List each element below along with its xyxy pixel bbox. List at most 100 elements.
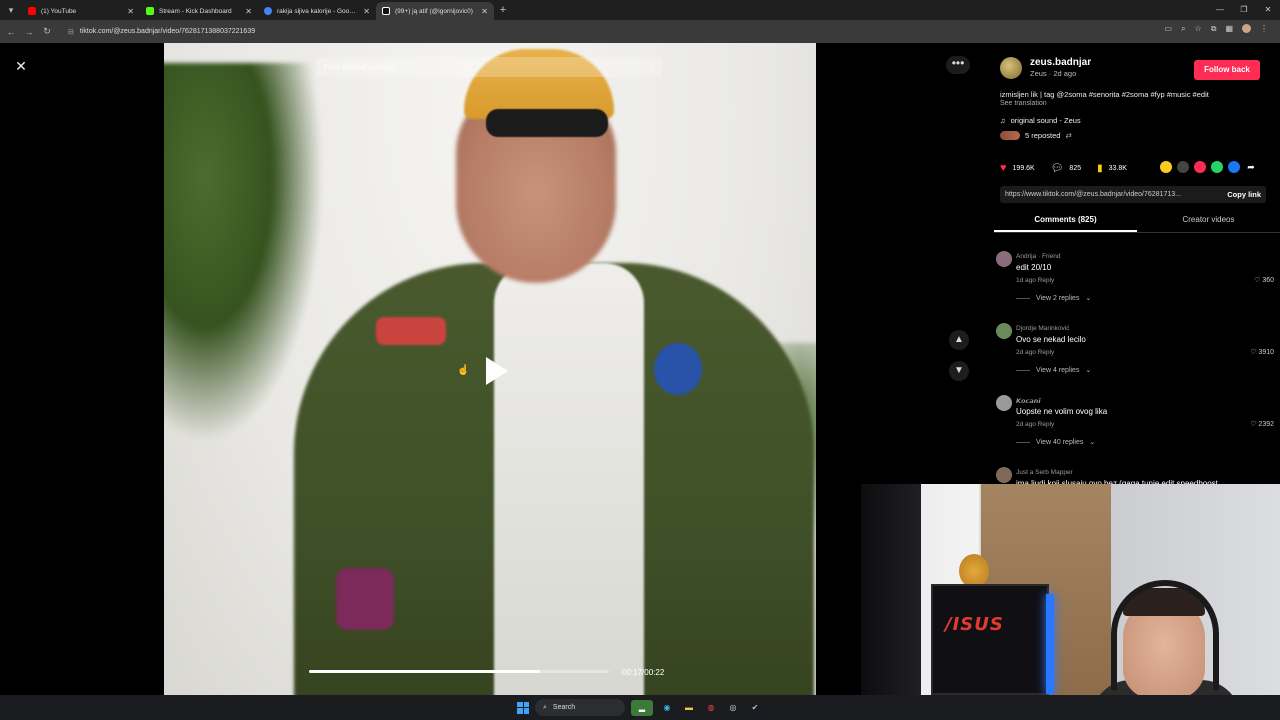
profile-avatar-icon[interactable] [1242, 24, 1251, 33]
tab-google-search[interactable]: rakija sljiva kalorije - Google Se ✕ [258, 2, 376, 20]
comment-meta[interactable]: 2d ago Reply [1016, 421, 1054, 428]
sound-row[interactable]: ♫ original sound - Zeus [1000, 116, 1081, 125]
tab-close-icon[interactable]: ✕ [245, 7, 252, 16]
tab-close-icon[interactable]: ✕ [127, 7, 134, 16]
browser-toolbar: ▭ ⌕ ☆ ⧉ ▦ ⋮ [1165, 24, 1268, 34]
close-icon[interactable]: ✕ [10, 55, 32, 77]
share-arrow-icon[interactable]: ➦ [1245, 161, 1257, 173]
video-description: izmisljen lik | tag @2soma #senorita #2s… [1000, 90, 1209, 99]
site-info-icon[interactable]: ⊟ [68, 28, 74, 36]
comment-like-button[interactable]: ♡ 3910 [1250, 348, 1274, 356]
widgets-icon[interactable]: ▂ [631, 699, 653, 716]
related-search-bar[interactable]: Find related content ⌕ [316, 57, 662, 77]
tab-kick-dashboard[interactable]: Stream - Kick Dashboard ✕ [140, 2, 258, 20]
facebook-icon[interactable] [1228, 161, 1240, 173]
url-field[interactable]: ⊟ tiktok.com/@zeus.badnjar/video/7628171… [62, 23, 1122, 40]
share-options: ➦ [1160, 161, 1257, 173]
windows-start-icon[interactable] [517, 701, 529, 714]
heart-icon: ♥ [1000, 162, 1007, 174]
comment-like-button[interactable]: ♡ 2392 [1250, 420, 1274, 428]
comment-like-count: 360 [1262, 277, 1274, 284]
bookmark-icon: ▮ [1097, 162, 1103, 174]
steam-icon[interactable]: ✔ [747, 700, 763, 716]
copy-link-button[interactable]: Copy link [1227, 190, 1261, 199]
commenter-name[interactable]: Andrija · Friend [1016, 253, 1060, 260]
comment-like-button[interactable]: ♡ 360 [1254, 276, 1274, 284]
video-progress-bar[interactable] [309, 670, 609, 673]
headset [1111, 580, 1219, 690]
repost-icon: ⇄ [1065, 131, 1072, 140]
coin-icon[interactable] [1160, 161, 1172, 173]
send-friends-icon[interactable] [1194, 161, 1206, 173]
monitor [861, 484, 921, 695]
commenter-name[interactable]: Djordje Marinković [1016, 325, 1069, 332]
bookmark-star-icon[interactable]: ☆ [1195, 24, 1202, 34]
like-button[interactable]: ♥ 199.6K [1000, 162, 1035, 174]
view-replies-button[interactable]: View 40 replies ⌄ [1016, 438, 1095, 447]
comment-tabs: Comments (825) Creator videos [994, 213, 1280, 233]
taskbar-search-label: Search [552, 704, 576, 711]
file-explorer-icon[interactable]: ▬ [681, 700, 697, 716]
commenter-avatar[interactable] [996, 467, 1012, 483]
forward-icon[interactable]: → [22, 27, 36, 37]
new-tab-icon[interactable]: + [494, 4, 512, 16]
commenter-avatar[interactable] [996, 395, 1012, 411]
tab-creator-videos[interactable]: Creator videos [1137, 213, 1280, 232]
whatsapp-icon[interactable] [1211, 161, 1223, 173]
author-username[interactable]: zeus.badnjar [1030, 57, 1091, 69]
comment-meta[interactable]: 2d ago Reply [1016, 349, 1054, 356]
tab-close-icon[interactable]: ✕ [363, 7, 370, 16]
comment-text: Ovo se nekad lecilo [1016, 335, 1086, 344]
edge-browser-icon[interactable]: ◉ [659, 700, 675, 716]
video-link-box: https://www.tiktok.com/@zeus.badnjar/vid… [1000, 186, 1266, 203]
menu-icon[interactable]: ⋮ [1260, 24, 1268, 34]
play-icon[interactable] [477, 353, 513, 389]
see-translation-link[interactable]: See translation [1000, 100, 1047, 107]
downloads-icon[interactable]: ▦ [1225, 24, 1233, 34]
next-video-icon[interactable]: ▼ [949, 361, 969, 381]
back-icon[interactable]: ← [4, 27, 18, 37]
obs-icon[interactable]: ◎ [725, 700, 741, 716]
view-replies-button[interactable]: View 2 replies ⌄ [1016, 294, 1091, 303]
comment-text: edit 20/10 [1016, 263, 1052, 272]
view-replies-button[interactable]: View 4 replies ⌄ [1016, 366, 1091, 375]
previous-video-icon[interactable]: ▲ [949, 330, 969, 350]
tab-comments[interactable]: Comments (825) [994, 213, 1137, 232]
commenter-name[interactable]: Just a Serb Mapper [1016, 469, 1073, 476]
embed-icon[interactable] [1177, 161, 1189, 173]
extensions-icon[interactable]: ⧉ [1211, 24, 1217, 34]
repost-row[interactable]: 5 reposted ⇄ [1000, 131, 1072, 140]
commenter-name[interactable]: 𝙆𝙤𝙘𝙖𝙣𝙞 [1016, 397, 1041, 405]
save-button[interactable]: ▮ 33.8K [1097, 163, 1127, 174]
more-options-icon[interactable]: ••• [946, 56, 970, 74]
tab-search-icon[interactable]: ▾ [0, 0, 22, 20]
comment-bubble-icon: 💬︎ [1050, 162, 1064, 174]
author-avatar[interactable] [1000, 57, 1022, 79]
commenter-avatar[interactable] [996, 251, 1012, 267]
jacket-patch [376, 317, 446, 345]
youtube-favicon-icon [28, 7, 36, 15]
comment-meta[interactable]: 1d ago Reply [1016, 277, 1054, 284]
maximize-icon[interactable]: ❐ [1232, 0, 1256, 20]
author-subline: Zeus · 2d ago [1030, 69, 1077, 78]
tab-youtube[interactable]: (1) YouTube ✕ [22, 2, 140, 20]
follow-back-button[interactable]: Follow back [1194, 60, 1260, 80]
search-icon[interactable]: ⌕ [650, 62, 654, 72]
chrome-icon[interactable]: ◍ [703, 700, 719, 716]
cast-icon[interactable]: ▭ [1165, 24, 1173, 34]
comment-button[interactable]: 💬︎ 825 [1051, 163, 1081, 174]
video-player[interactable]: Find related content ⌕ ☝ 00:17/00:22 [164, 43, 816, 695]
zoom-icon[interactable]: ⌕ [1181, 24, 1185, 34]
mouse-cursor-icon: ☝ [457, 365, 470, 376]
taskbar-search[interactable]: ⌕ Search [535, 699, 625, 716]
repost-count: 5 reposted [1025, 131, 1061, 140]
tiktok-favicon-icon [382, 7, 390, 15]
commenter-avatar[interactable] [996, 323, 1012, 339]
tab-tiktok[interactable]: (99+) ją atif (@igornijovic0) ✕ [376, 2, 494, 20]
tab-close-icon[interactable]: ✕ [481, 7, 488, 16]
screen: ▾ (1) YouTube ✕ Stream - Kick Dashboard … [0, 0, 1280, 720]
minimize-icon[interactable]: — [1208, 0, 1232, 20]
close-window-icon[interactable]: ✕ [1256, 0, 1280, 20]
reload-icon[interactable]: ↻ [40, 26, 54, 37]
video-link-url[interactable]: https://www.tiktok.com/@zeus.badnjar/vid… [1005, 191, 1181, 198]
